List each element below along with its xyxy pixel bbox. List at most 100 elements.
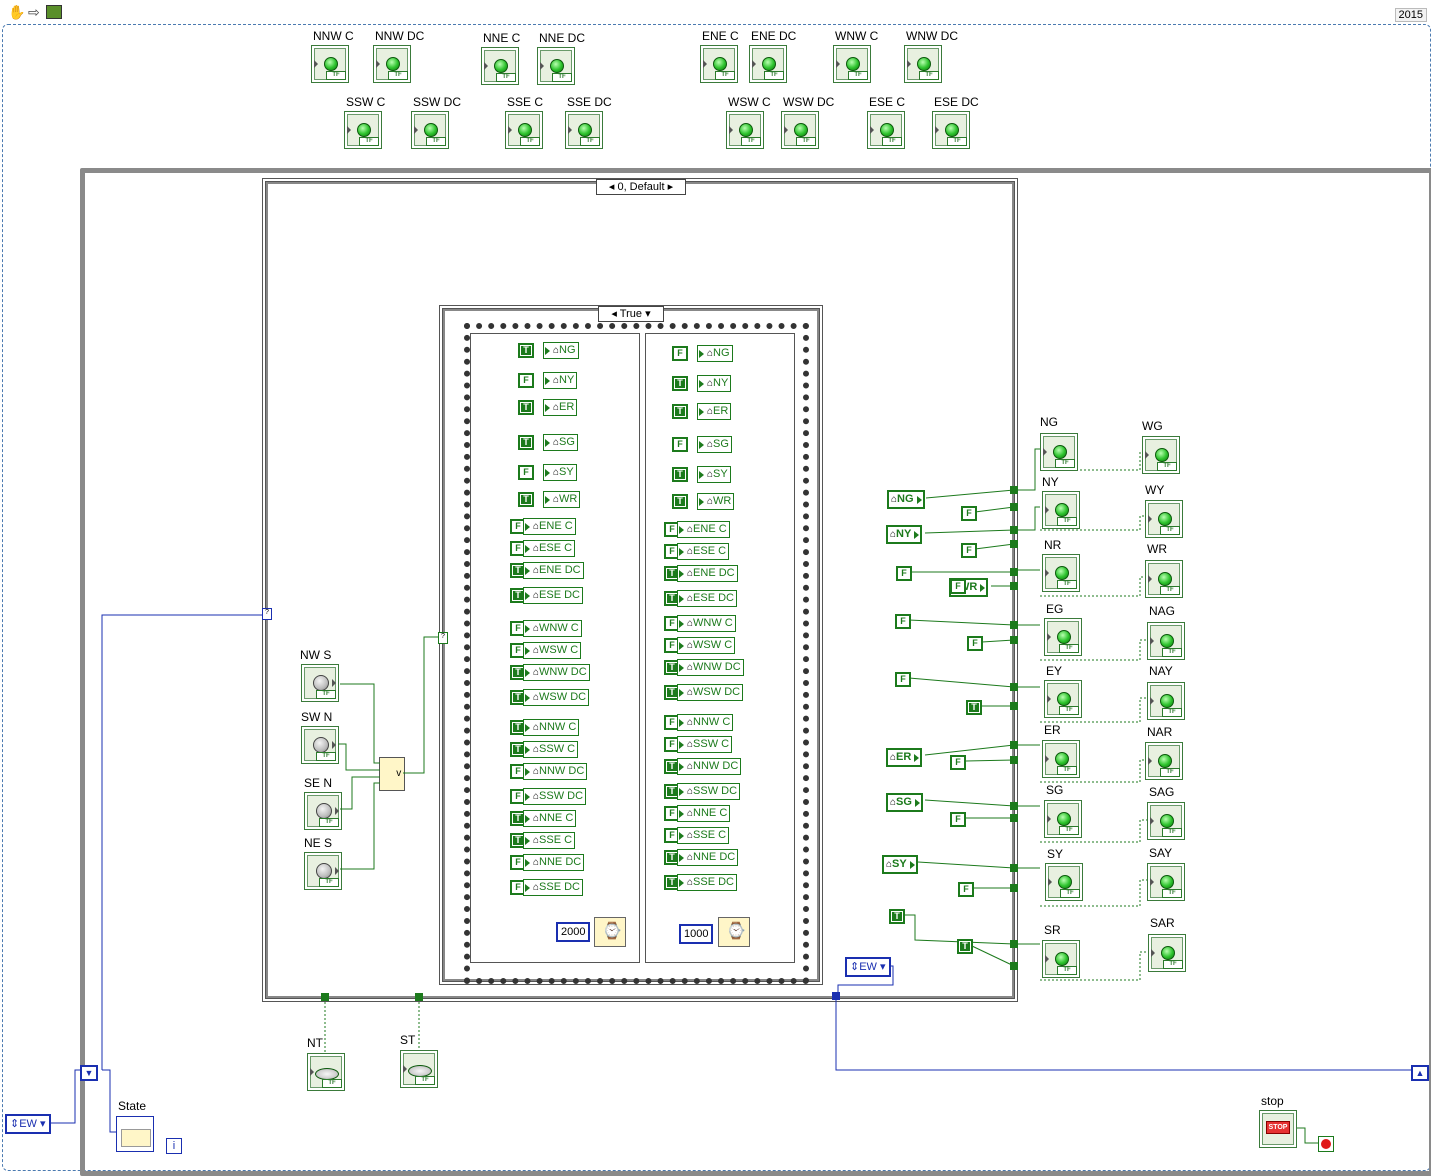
boolean-type-icon: TF [1163,960,1183,969]
wire [924,529,1015,534]
tunnel [1010,582,1018,590]
tunnel [1010,636,1018,644]
local-variable-read[interactable]: ⌂SY [882,855,918,874]
tunnel [1010,683,1018,691]
light-indicator[interactable]: TF [1147,682,1185,720]
light-indicator[interactable]: TF [1148,934,1186,972]
local-variable-read[interactable]: ⌂SG [886,793,923,812]
state-enum-constant[interactable]: ⇕EW ▾ [5,1114,51,1134]
tunnel [415,993,423,1001]
boolean-type-icon: TF [1057,966,1077,975]
stop-button-control[interactable]: STOP [1259,1110,1297,1148]
boolean-type-icon: TF [1059,644,1079,653]
light-indicator[interactable]: TF [1042,740,1080,778]
light-indicator[interactable]: TF [1145,500,1183,538]
local-variable-read[interactable]: ⌂NY [886,525,923,544]
light-indicator[interactable]: TF [1142,436,1180,474]
light-indicator[interactable]: TF [1147,863,1185,901]
tunnel [1010,526,1018,534]
terminal-arrow-icon [310,1068,314,1076]
terminal-arrow-icon [1043,448,1047,456]
light-indicator[interactable]: TF [1145,742,1183,780]
terminal-arrow-icon [403,1065,407,1073]
shift-register-left[interactable]: ▼ [80,1065,98,1081]
shift-register-right[interactable]: ▲ [1411,1065,1429,1081]
boolean-constant[interactable]: T [957,939,973,954]
state-indicator[interactable] [116,1116,154,1152]
light-indicator[interactable]: TF [1145,560,1183,598]
boolean-constant[interactable]: F [961,543,977,558]
light-indicator-label: NAY [1149,664,1173,678]
local-variable-name: SG [896,796,912,808]
boolean-constant[interactable]: F [895,672,911,687]
local-variable-read[interactable]: ⌂ER [886,748,923,767]
boolean-constant[interactable]: F [950,812,966,827]
local-variable-read[interactable]: ⌂NG [887,490,925,509]
light-indicator-label: NR [1044,538,1062,552]
light-indicator[interactable]: TF [1042,554,1080,592]
stop-button[interactable]: STOP [1266,1121,1290,1134]
local-variable-name: SY [892,858,907,870]
boolean-constant[interactable]: F [958,882,974,897]
light-indicator-label: NAG [1149,604,1176,618]
led-icon [1158,754,1172,768]
wire [1016,506,1040,531]
terminal-arrow-icon [1045,569,1049,577]
tunnel [1010,540,1018,548]
wire [924,799,1015,807]
boolean-constant[interactable]: T [889,909,905,924]
light-indicator-label: WY [1145,483,1165,497]
local-variable-name: NY [896,528,912,540]
led-icon [1055,952,1069,966]
light-indicator-label: NAR [1147,725,1173,739]
tunnel [1010,486,1018,494]
light-indicator[interactable]: TF [1044,680,1082,718]
boolean-constant[interactable]: F [967,636,983,651]
boolean-type-icon: TF [1055,459,1075,468]
boolean-type-icon: TF [1057,517,1077,526]
terminal-arrow-icon [1045,955,1049,963]
wire [924,744,1015,756]
state-enum-value: EW [19,1118,37,1130]
terminal-arrow-icon [1151,949,1155,957]
light-indicator[interactable]: TF [1147,802,1185,840]
local-variable-name: NG [897,493,914,505]
boolean-constant[interactable]: F [896,566,912,581]
wire [971,945,1015,967]
led-icon [1058,875,1072,889]
terminal-arrow-icon [1047,815,1051,823]
boolean-constant[interactable]: F [895,614,911,629]
toggle-control[interactable]: TF [307,1053,345,1091]
local-variable-name: ER [896,751,912,763]
terminal-arrow-icon [1150,637,1154,645]
boolean-constant[interactable]: F [961,506,977,521]
boolean-constant[interactable]: F [950,755,966,770]
toggle-control[interactable]: TF [400,1050,438,1088]
light-indicator[interactable]: TF [1044,618,1082,656]
light-indicator[interactable]: TF [1045,863,1083,901]
led-icon [1055,752,1069,766]
boolean-constant[interactable]: F [950,579,966,594]
tunnel [1010,802,1018,810]
loop-condition-terminal[interactable] [1318,1136,1334,1152]
next-state-enum-constant[interactable]: ⇕EW ▾ [845,957,891,977]
light-indicator[interactable]: TF [1044,800,1082,838]
light-indicator[interactable]: TF [1147,622,1185,660]
wire [1016,448,1040,491]
tunnel [1010,940,1018,948]
led-icon [1057,812,1071,826]
wire [908,677,1015,688]
wires [40,448,1418,1144]
light-indicator-label: SR [1044,923,1061,937]
light-indicator[interactable]: TF [1042,940,1080,978]
light-indicator[interactable]: TF [1040,433,1078,471]
toggle-control-label: NT [307,1036,323,1050]
boolean-constant[interactable]: T [966,700,982,715]
led-icon [1160,634,1174,648]
tunnel [321,993,329,1001]
light-indicator[interactable]: TF [1042,491,1080,529]
led-icon [1055,566,1069,580]
wire [101,614,262,1070]
tunnel [1010,568,1018,576]
terminal-arrow-icon [1045,506,1049,514]
